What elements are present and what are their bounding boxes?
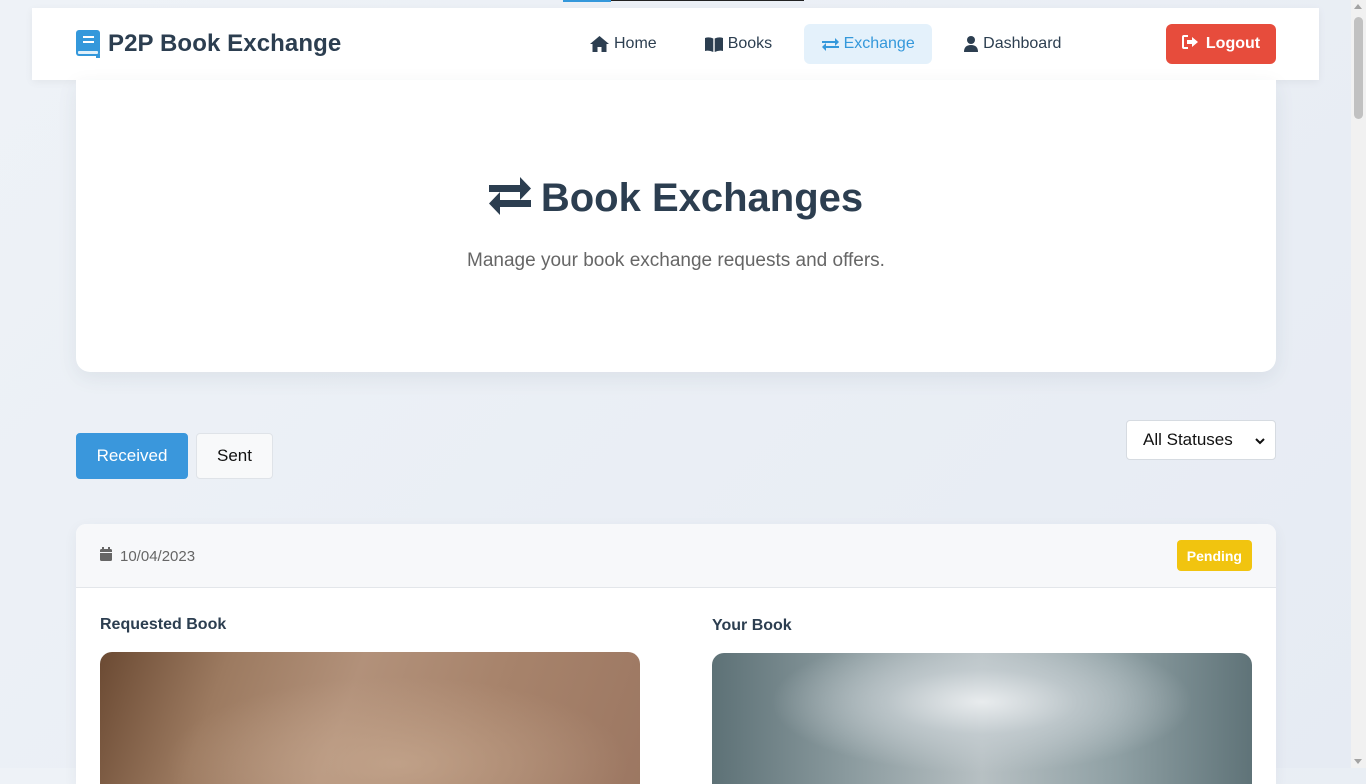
tab-received[interactable]: Received <box>76 433 188 479</box>
exchange-arrows-icon <box>488 176 531 221</box>
nav-item-dashboard[interactable]: Dashboard <box>948 24 1077 64</box>
exchange-card: 10/04/2023 Pending Requested Book Your B… <box>76 524 1276 784</box>
chevron-down-icon <box>1255 430 1265 450</box>
nav-item-label: Books <box>727 35 773 52</box>
requested-book-label: Requested Book <box>100 616 227 633</box>
page-load-progress <box>563 0 804 2</box>
page-scrollbar[interactable] <box>1351 0 1366 768</box>
your-book-cover[interactable] <box>712 653 1252 784</box>
exchange-date-text: 10/04/2023 <box>120 547 196 565</box>
user-icon <box>964 36 979 52</box>
nav-item-home[interactable]: Home <box>574 24 673 64</box>
nav-item-label: Dashboard <box>983 35 1062 52</box>
brand[interactable]: P2P Book Exchange <box>76 30 341 58</box>
status-filter-select[interactable]: All Statuses <box>1126 420 1276 460</box>
page-subtitle: Manage your book exchange requests and o… <box>467 250 885 271</box>
exchange-date: 10/04/2023 <box>100 547 195 565</box>
hero-banner: Book Exchanges Manage your book exchange… <box>76 80 1276 372</box>
status-badge: Pending <box>1176 540 1252 571</box>
calendar-icon <box>100 547 112 565</box>
hero-title-row: Book Exchanges <box>76 176 1276 221</box>
nav-links: Home Books Exchange Dashboard <box>574 24 1077 64</box>
exchange-tabs: Received Sent <box>76 433 273 479</box>
nav-item-label: Exchange <box>843 35 915 52</box>
requested-book-cover[interactable] <box>100 652 640 784</box>
page-title: Book Exchanges <box>540 176 864 220</box>
book-icon <box>76 30 100 58</box>
top-navbar: P2P Book Exchange Home Books Exchange Da… <box>32 8 1319 80</box>
sign-out-icon <box>1181 34 1199 54</box>
logout-label: Logout <box>1205 35 1261 52</box>
nav-item-label: Home <box>614 35 657 52</box>
scrollbar-thumb[interactable] <box>1354 17 1363 119</box>
exchange-card-header: 10/04/2023 Pending <box>76 524 1276 588</box>
scroll-up-arrow-icon[interactable] <box>1354 4 1362 9</box>
nav-item-exchange[interactable]: Exchange <box>804 24 933 64</box>
brand-name: P2P Book Exchange <box>108 30 342 57</box>
status-filter-value: All Statuses <box>1143 430 1233 449</box>
page-load-progress-fill <box>563 0 611 2</box>
scroll-down-arrow-icon[interactable] <box>1354 759 1362 764</box>
exchange-arrows-icon <box>821 37 839 52</box>
open-book-icon <box>704 36 723 52</box>
home-icon <box>590 36 609 52</box>
your-book-label: Your Book <box>712 617 792 634</box>
nav-item-books[interactable]: Books <box>689 24 788 64</box>
tab-sent[interactable]: Sent <box>196 433 273 479</box>
logout-button[interactable]: Logout <box>1166 24 1276 64</box>
